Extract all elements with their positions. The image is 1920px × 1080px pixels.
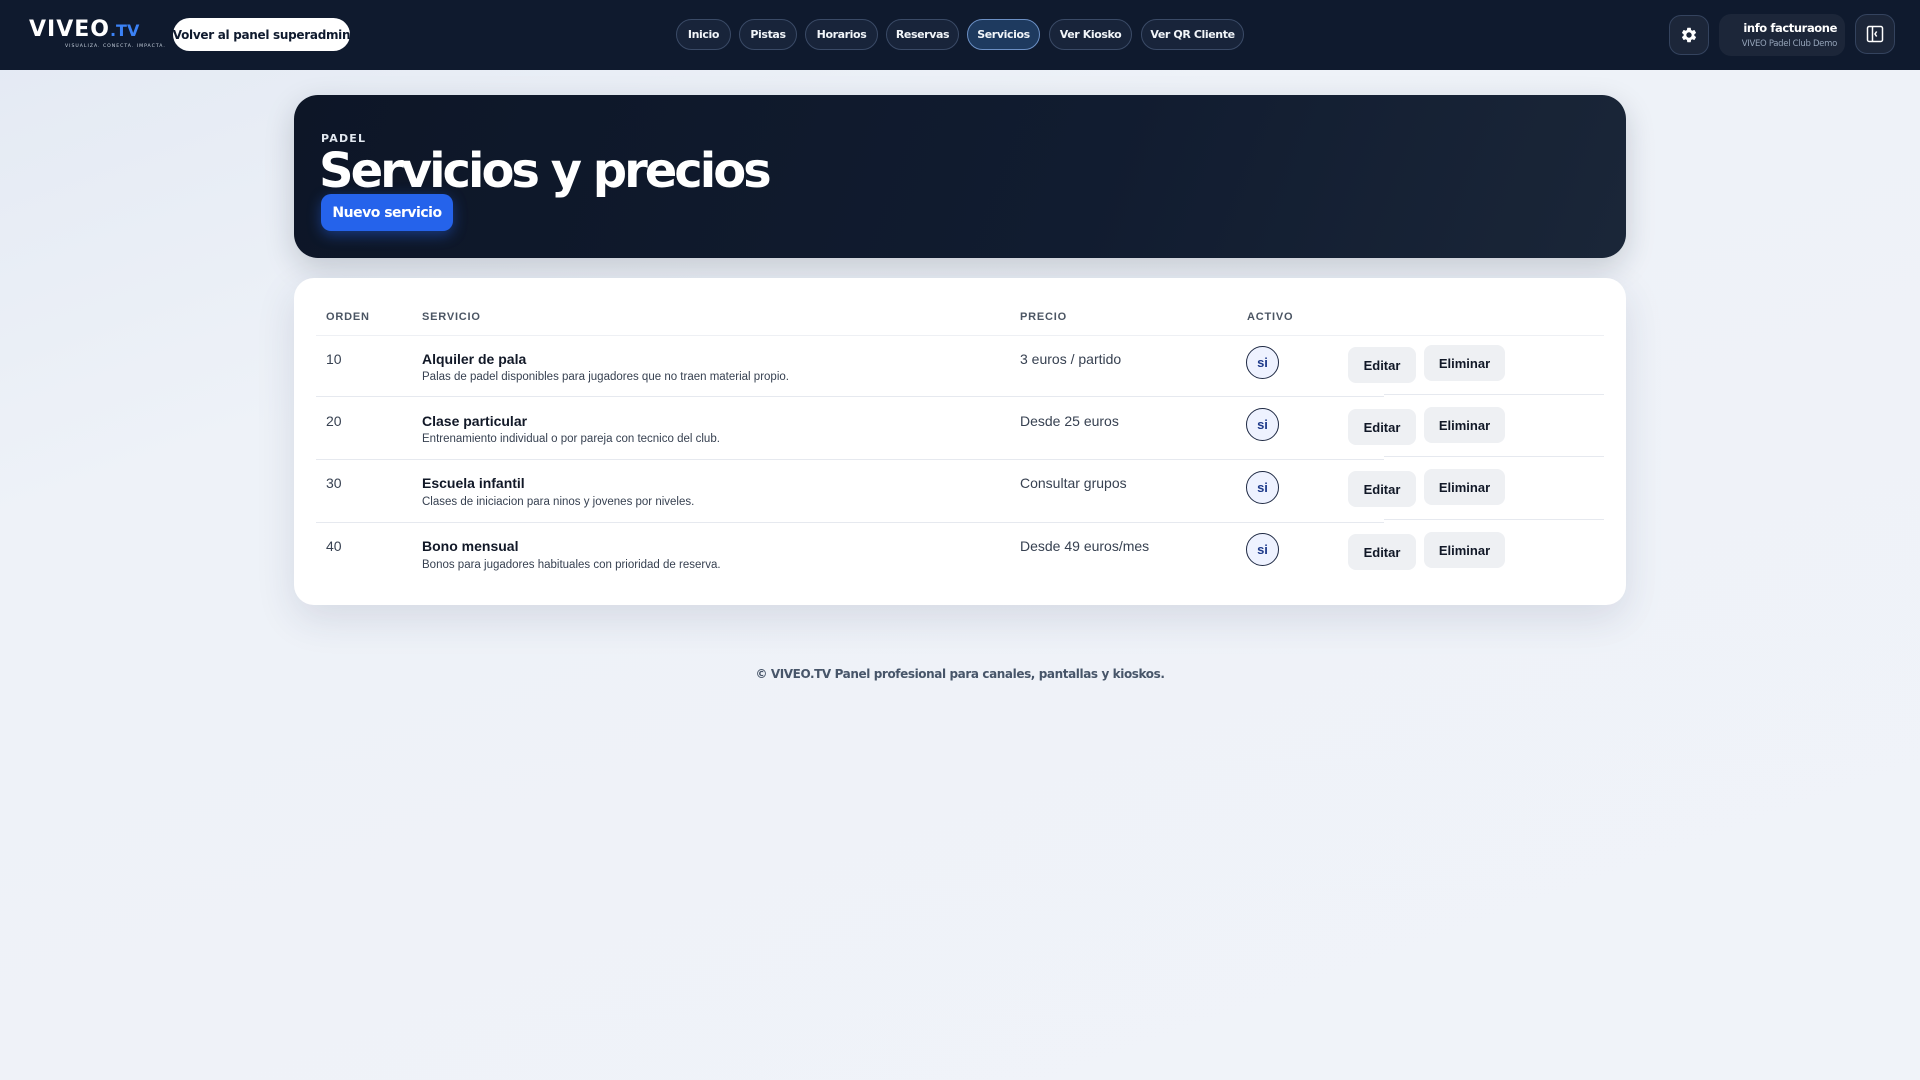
footer-text: © VIVEO.TV Panel profesional para canale… [755,667,1165,681]
row-divider [316,459,1384,460]
column-header-precio: PRECIO [1020,311,1067,323]
nav-item-reservas[interactable]: Reservas [886,19,959,50]
page-title: Servicios y precios [319,143,772,199]
row-order: 40 [326,538,342,554]
edit-button[interactable]: Editar [1348,471,1416,507]
row-order: 30 [326,475,342,491]
service-description: Clases de iniciacion para ninos y jovene… [422,496,695,508]
service-description: Bonos para jugadores habituales con prio… [422,559,721,571]
settings-button[interactable] [1669,15,1709,55]
header-divider [316,335,1604,336]
service-price: Desde 25 euros [1020,413,1119,429]
panel-toggle-icon [1866,25,1884,43]
logo-tagline: VISUALIZA. CONECTA. IMPACTA. [65,44,166,49]
nav-item-servicios[interactable]: Servicios [967,19,1040,50]
row-order: 20 [326,413,342,429]
edit-button[interactable]: Editar [1348,409,1416,445]
column-header-orden: ORDEN [326,311,370,323]
delete-button[interactable]: Eliminar [1424,469,1505,505]
panel-toggle-button[interactable] [1855,14,1895,54]
active-toggle[interactable]: si [1246,471,1279,504]
active-toggle[interactable]: si [1246,408,1279,441]
nav-item-ver-kiosko[interactable]: Ver Kiosko [1049,19,1132,50]
nav-item-pistas[interactable]: Pistas [739,19,797,50]
column-header-servicio: SERVICIO [422,311,481,323]
viveo-logo[interactable]: VIVEO.TV VISUALIZA. CONECTA. IMPACTA. [29,18,166,52]
column-header-activo: ACTIVO [1247,311,1294,323]
user-name: info facturaone [1743,21,1837,35]
service-name: Bono mensual [422,538,519,554]
service-name: Clase particular [422,413,528,429]
delete-button[interactable]: Eliminar [1424,345,1505,381]
user-menu[interactable]: info facturaone VIVEO Padel Club Demo [1719,14,1845,56]
gear-icon [1681,27,1697,43]
row-divider [1384,394,1604,395]
service-description: Entrenamiento individual o por pareja co… [422,433,720,445]
delete-button[interactable]: Eliminar [1424,532,1505,568]
service-price: Consultar grupos [1020,475,1127,491]
edit-button[interactable]: Editar [1348,534,1416,570]
row-divider [1384,519,1604,520]
delete-button[interactable]: Eliminar [1424,407,1505,443]
logo-wordmark: VIVEO.TV [29,18,161,43]
service-name: Escuela infantil [422,475,525,491]
row-divider [316,522,1384,523]
new-service-button[interactable]: Nuevo servicio [321,194,453,231]
active-toggle[interactable]: si [1246,533,1279,566]
service-description: Palas de padel disponibles para jugadore… [422,371,789,383]
top-navbar: VIVEO.TV VISUALIZA. CONECTA. IMPACTA. Vo… [0,0,1920,70]
active-toggle[interactable]: si [1246,346,1279,379]
row-divider [316,396,1384,397]
page-header: PADEL Servicios y precios Nuevo servicio [294,95,1626,258]
user-organization: VIVEO Padel Club Demo [1741,39,1838,49]
nav-item-inicio[interactable]: Inicio [676,19,731,50]
services-table: ORDEN SERVICIO PRECIO ACTIVO 10 Alquiler… [294,278,1626,605]
service-name: Alquiler de pala [422,351,527,367]
service-price: Desde 49 euros/mes [1020,538,1150,554]
row-divider [1384,456,1604,457]
logo-text: VIVEO [29,17,110,42]
nav-item-ver-qr-cliente[interactable]: Ver QR Cliente [1141,19,1244,50]
nav-item-horarios[interactable]: Horarios [805,19,878,50]
back-to-superadmin-button[interactable]: Volver al panel superadmin [173,18,351,51]
logo-suffix: .TV [109,21,140,40]
service-price: 3 euros / partido [1020,351,1122,367]
edit-button[interactable]: Editar [1348,347,1416,383]
row-order: 10 [326,351,342,367]
